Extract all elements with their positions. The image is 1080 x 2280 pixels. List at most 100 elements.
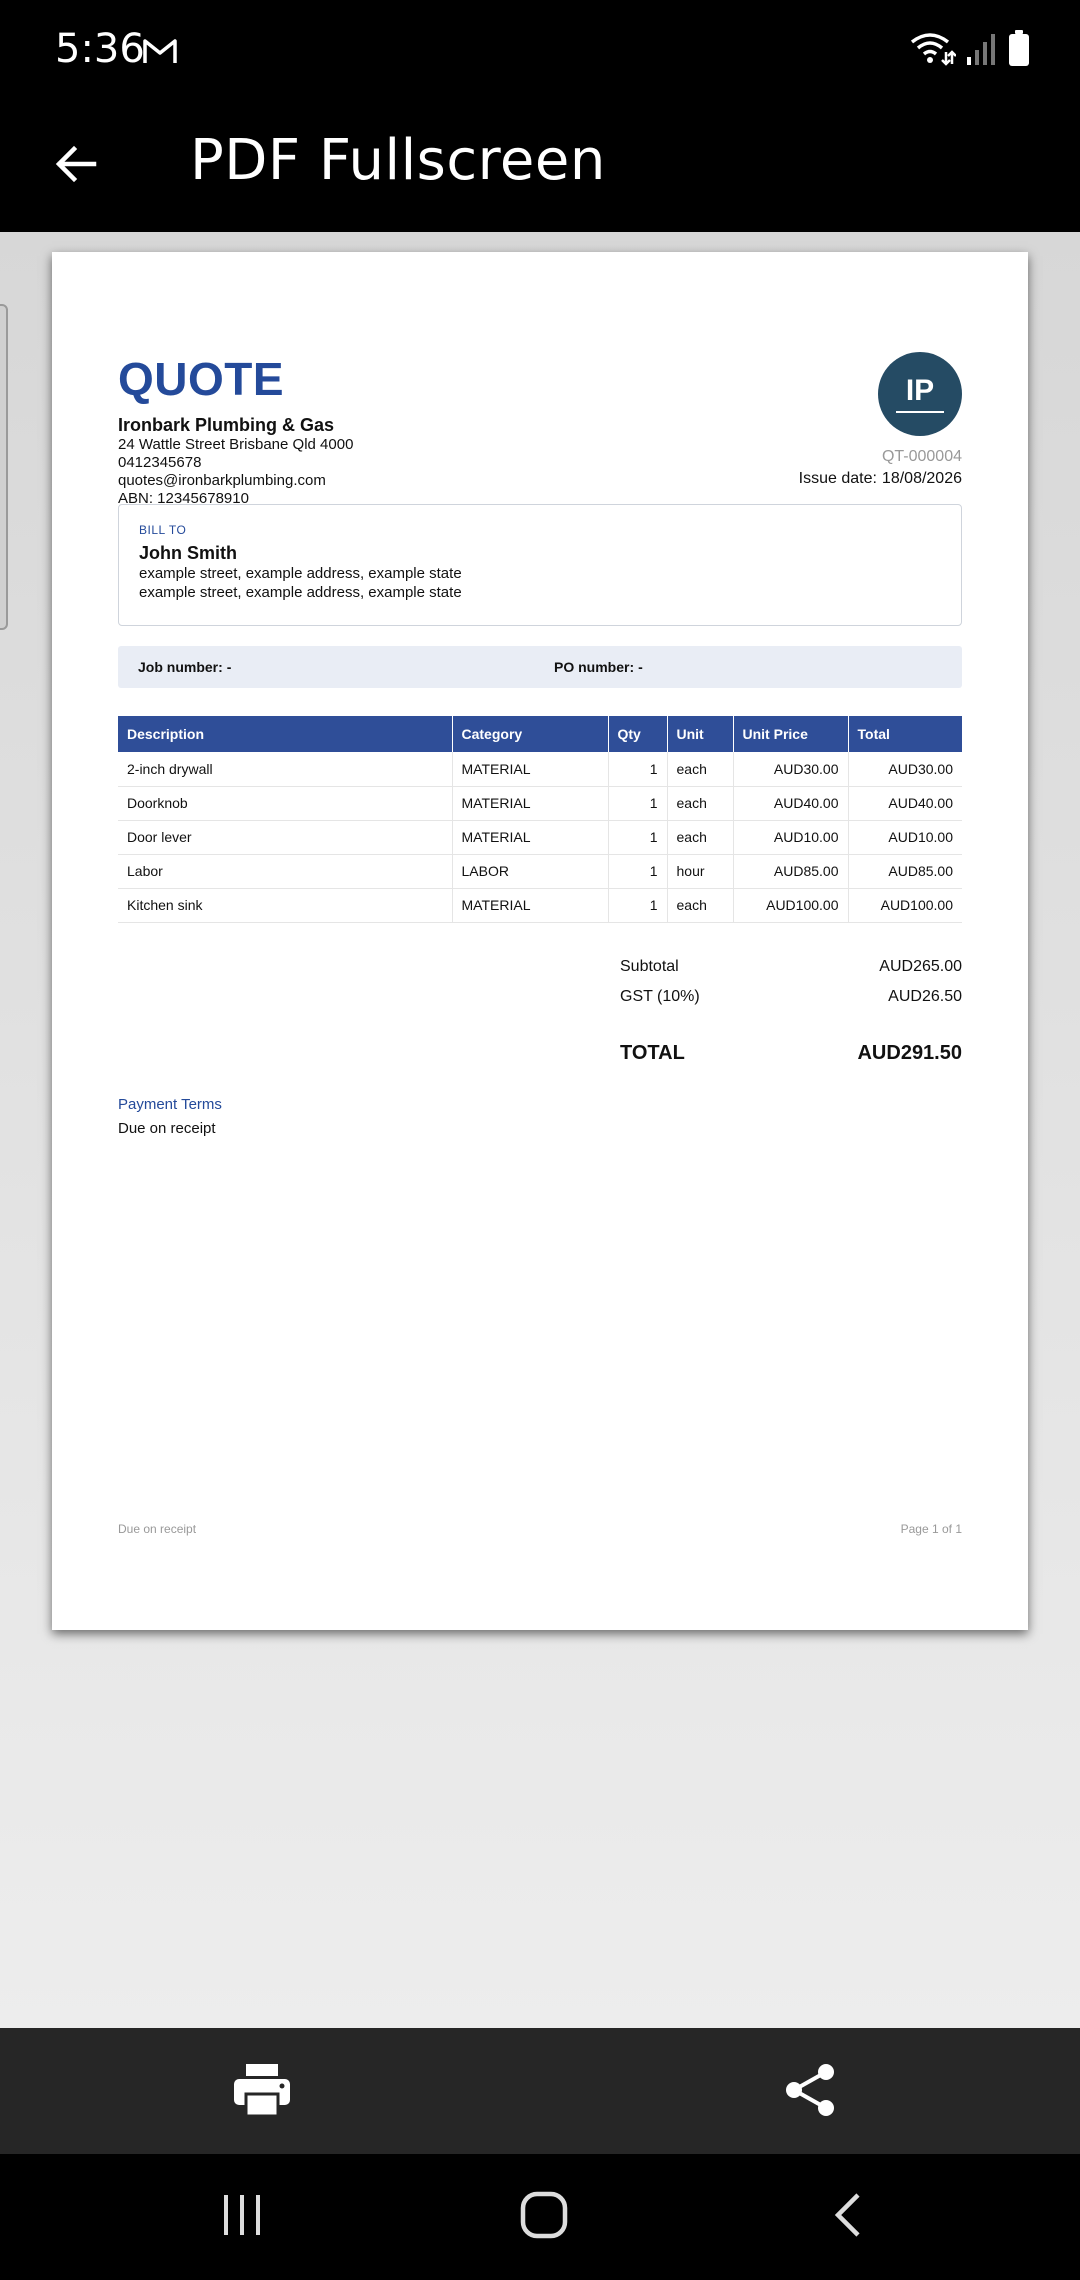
signal-icon <box>966 31 998 70</box>
table-row: Doorknob MATERIAL 1 each AUD40.00 AUD40.… <box>118 786 962 821</box>
job-info-bar: Job number: - PO number: - <box>118 646 962 688</box>
grand-total-row: TOTAL AUD291.50 <box>620 1038 962 1068</box>
cell-unit-price: AUD40.00 <box>733 786 849 821</box>
cell-description: 2-inch drywall <box>118 752 453 787</box>
header-unit: Unit <box>667 716 734 752</box>
header-qty: Qty <box>608 716 668 752</box>
cell-total: AUD40.00 <box>848 786 962 821</box>
cell-unit: each <box>667 786 734 821</box>
company-address: 24 Wattle Street Brisbane Qld 4000 <box>118 436 354 453</box>
cell-description: Labor <box>118 854 453 889</box>
job-number-value: - <box>226 659 232 675</box>
bill-to-address-line: example street, example address, example… <box>139 565 462 582</box>
cell-category: MATERIAL <box>452 820 609 855</box>
gst-row: GST (10%) AUD26.50 <box>620 982 962 1012</box>
footer-terms: Due on receipt <box>118 1522 197 1536</box>
gst-value: AUD26.50 <box>888 988 962 1005</box>
company-phone: 0412345678 <box>118 454 202 471</box>
table-header-row: Description Category Qty Unit Unit Price… <box>118 716 962 752</box>
subtotal-row: Subtotal AUD265.00 <box>620 952 962 982</box>
pdf-page: QUOTE Ironbark Plumbing & Gas 24 Wattle … <box>52 252 1028 1630</box>
wifi-icon <box>908 30 957 71</box>
issue-date-label: Issue date: <box>798 470 877 487</box>
cell-description: Doorknob <box>118 786 453 821</box>
header-total: Total <box>848 716 962 752</box>
cell-total: AUD85.00 <box>848 854 962 889</box>
cell-unit: each <box>667 752 734 787</box>
cell-unit-price: AUD10.00 <box>733 820 849 855</box>
print-button[interactable] <box>230 2060 294 2124</box>
cell-unit-price: AUD30.00 <box>733 752 849 787</box>
issue-date: Issue date: 18/08/2026 <box>799 470 962 488</box>
system-back-button[interactable] <box>808 2182 888 2252</box>
bill-to-address-line: example street, example address, example… <box>139 584 462 601</box>
bill-to-heading: BILL TO <box>139 523 187 537</box>
header-category: Category <box>452 716 609 752</box>
gst-label: GST (10%) <box>620 988 700 1005</box>
subtotal-value: AUD265.00 <box>879 958 962 975</box>
recent-apps-button[interactable] <box>202 2182 282 2252</box>
line-items-table: Description Category Qty Unit Unit Price… <box>118 716 962 923</box>
status-icons <box>908 29 1030 71</box>
table-row: 2-inch drywall MATERIAL 1 each AUD30.00 … <box>118 752 962 787</box>
scroll-handle[interactable] <box>0 304 8 630</box>
status-bar: 5:36 <box>0 0 1080 100</box>
cell-total: AUD10.00 <box>848 820 962 855</box>
share-icon <box>784 2062 836 2123</box>
gmail-icon <box>142 36 178 66</box>
cell-qty: 1 <box>608 820 668 855</box>
cell-description: Door lever <box>118 820 453 855</box>
bill-to-name: John Smith <box>139 543 237 563</box>
cell-total: AUD100.00 <box>848 888 962 923</box>
battery-icon <box>1008 29 1030 71</box>
status-time: 5:36 <box>55 26 145 72</box>
action-bar <box>0 2028 1080 2154</box>
cell-unit-price: AUD100.00 <box>733 888 849 923</box>
payment-terms-text: Due on receipt <box>118 1120 216 1137</box>
table-row: Labor LABOR 1 hour AUD85.00 AUD85.00 <box>118 854 962 889</box>
quote-number: QT-000004 <box>881 448 962 465</box>
issue-date-value: 18/08/2026 <box>881 470 962 487</box>
home-button[interactable] <box>504 2182 584 2252</box>
bill-to-box: BILL TO John Smith example street, examp… <box>118 504 962 626</box>
po-number: PO number: - <box>554 659 643 675</box>
header-unit-price: Unit Price <box>733 716 849 752</box>
cell-description: Kitchen sink <box>118 888 453 923</box>
cell-qty: 1 <box>608 888 668 923</box>
cell-unit: each <box>667 888 734 923</box>
company-name: Ironbark Plumbing & Gas <box>118 415 335 435</box>
job-number-label: Job number: <box>138 659 223 675</box>
recent-apps-icon <box>220 2193 264 2242</box>
cell-unit-price: AUD85.00 <box>733 854 849 889</box>
cell-total: AUD30.00 <box>848 752 962 787</box>
header-description: Description <box>118 716 453 752</box>
home-icon <box>520 2191 568 2244</box>
total-value: AUD291.50 <box>857 1041 962 1064</box>
cell-qty: 1 <box>608 854 668 889</box>
company-email: quotes@ironbarkplumbing.com <box>118 472 326 489</box>
logo-text: IP <box>905 374 935 407</box>
share-button[interactable] <box>778 2060 842 2124</box>
system-nav-bar <box>0 2154 1080 2280</box>
arrow-left-icon <box>52 140 100 193</box>
table-row: Kitchen sink MATERIAL 1 each AUD100.00 A… <box>118 888 962 923</box>
table-row: Door lever MATERIAL 1 each AUD10.00 AUD1… <box>118 820 962 855</box>
cell-category: MATERIAL <box>452 888 609 923</box>
logo-underline <box>896 411 944 413</box>
app-title: PDF Fullscreen <box>190 128 606 193</box>
pdf-viewer[interactable]: QUOTE Ironbark Plumbing & Gas 24 Wattle … <box>0 232 1080 2028</box>
app-bar: PDF Fullscreen <box>0 100 1080 232</box>
subtotal-label: Subtotal <box>620 958 679 975</box>
cell-category: MATERIAL <box>452 752 609 787</box>
company-logo: IP <box>878 352 962 436</box>
document-title: QUOTE <box>118 353 285 405</box>
total-label: TOTAL <box>620 1041 685 1064</box>
cell-category: LABOR <box>452 854 609 889</box>
cell-qty: 1 <box>608 786 668 821</box>
cell-unit: hour <box>667 854 734 889</box>
print-icon <box>234 2063 290 2121</box>
back-icon <box>830 2191 866 2244</box>
po-number-label: PO number: <box>554 659 635 675</box>
company-details: Ironbark Plumbing & Gas 24 Wattle Street… <box>118 414 353 508</box>
back-button[interactable] <box>36 126 116 206</box>
